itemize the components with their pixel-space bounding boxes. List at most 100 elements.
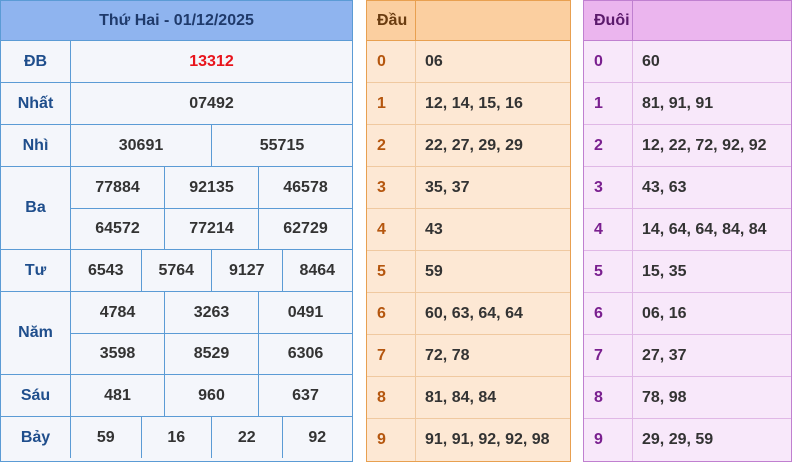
prize-values: 07492 [71,83,352,124]
prize-number: 92135 [164,167,258,208]
duoi-numbers: 81, 91, 91 [642,94,714,112]
prize-number: 77214 [164,209,258,249]
dau-numbers: 12, 14, 15, 16 [425,94,523,112]
prize-row: Bảy 59 16 22 92 [1,417,352,458]
dau-digit: 4 [367,209,416,250]
dau-numbers: 35, 37 [425,178,470,196]
duoi-row: 6 06, 16 [584,293,791,335]
prize-line: 481 960 637 [71,375,352,416]
prize-values: 481 960 637 [71,375,352,416]
prize-number: 8464 [281,250,353,291]
prize-line: 4784 3263 0491 [71,292,352,333]
dau-row: 2 22, 27, 29, 29 [367,125,570,167]
prize-row: Ba 77884 92135 46578 64572 77214 62729 [1,167,352,250]
prize-name: Nhất [1,83,71,124]
duoi-row: 5 15, 35 [584,251,791,293]
dau-row: 7 72, 78 [367,335,570,377]
prize-row: Nhất 07492 [1,83,352,125]
dau-header-label: Đầu [367,1,416,40]
duoi-row: 4 14, 64, 64, 84, 84 [584,209,791,251]
dau-rows: 0 06 1 12, 14, 15, 16 2 22, 27, 29, 29 3 35, 37… [367,41,570,461]
dau-numbers: 06 [425,52,443,70]
dau-numbers: 72, 78 [425,346,470,364]
duoi-digit: 6 [584,293,633,334]
prize-values: 6543 5764 9127 8464 [71,250,352,291]
dau-numbers: 22, 27, 29, 29 [425,136,523,154]
prize-number: 0491 [258,292,352,333]
duoi-header: Đuôi [584,1,791,41]
duoi-row: 2 12, 22, 72, 92, 92 [584,125,791,167]
prize-number: 637 [258,375,352,416]
prize-number: 481 [104,386,131,404]
prize-number: 9127 [211,250,282,291]
prize-number: 62729 [258,209,352,249]
dau-row: 5 59 [367,251,570,293]
prize-name: ĐB [1,41,71,82]
duoi-numbers: 15, 35 [642,262,687,280]
duoi-digit: 0 [584,41,633,82]
prize-number: 6543 [87,261,124,279]
prize-line: 07492 [71,83,352,124]
duoi-digit: 9 [584,419,633,461]
prize-values: 30691 55715 [71,125,352,166]
prize-name: Ba [1,167,71,249]
duoi-digit: 8 [584,377,633,418]
duoi-row: 1 81, 91, 91 [584,83,791,125]
duoi-numbers: 60 [642,52,660,70]
duoi-numbers: 12, 22, 72, 92, 92 [642,136,767,154]
dau-digit: 1 [367,83,416,124]
duoi-digit: 2 [584,125,633,166]
duoi-numbers: 27, 37 [642,346,687,364]
prize-line: 6543 5764 9127 8464 [71,250,352,291]
prize-number: 07492 [189,94,234,112]
dau-digit: 7 [367,335,416,376]
prize-number: 22 [211,417,282,458]
prize-values: 4784 3263 0491 3598 8529 6306 [71,292,352,374]
prize-number: 92 [281,417,353,458]
prize-line: 13312 [71,41,352,82]
prize-rows: ĐB 13312 Nhất 07492 Nhì 30691 55715 Ba 77884 9213… [1,41,352,458]
prize-number: 30691 [118,136,164,154]
prize-name: Nhì [1,125,71,166]
prize-name: Năm [1,292,71,374]
dau-digit: 6 [367,293,416,334]
special-prize-number: 13312 [189,52,234,70]
duoi-numbers: 43, 63 [642,178,687,196]
dau-digit: 3 [367,167,416,208]
prize-number: 64572 [95,220,140,237]
prize-row: Năm 4784 3263 0491 3598 8529 6306 [1,292,352,375]
dau-numbers: 81, 84, 84 [425,388,497,406]
prize-number: 46578 [258,167,352,208]
prize-line: 30691 55715 [71,125,352,166]
prize-line: 77884 92135 46578 [71,167,352,208]
prize-number: 77884 [95,178,140,196]
duoi-row: 9 29, 29, 59 [584,419,791,461]
duoi-header-blank [633,1,791,40]
prize-number: 5764 [140,250,212,291]
dau-numbers: 91, 91, 92, 92, 98 [425,431,550,448]
prize-row: Tư 6543 5764 9127 8464 [1,250,352,292]
prize-values: 59 16 22 92 [71,417,352,458]
dau-row: 3 35, 37 [367,167,570,209]
duoi-row: 0 60 [584,41,791,83]
dau-numbers: 60, 63, 64, 64 [425,304,523,322]
duoi-numbers: 14, 64, 64, 84, 84 [642,220,767,238]
dau-row: 0 06 [367,41,570,83]
dau-row: 4 43 [367,209,570,251]
prize-line: 64572 77214 62729 [71,208,352,249]
dau-numbers: 43 [425,220,443,238]
prize-number: 16 [140,417,212,458]
prize-number: 960 [164,375,258,416]
prize-name: Tư [1,250,71,291]
prize-name: Sáu [1,375,71,416]
prize-line: 3598 8529 6306 [71,333,352,374]
duoi-digit: 5 [584,251,633,292]
duoi-digit: 3 [584,167,633,208]
dau-header-blank [416,1,570,40]
prize-row: Sáu 481 960 637 [1,375,352,417]
dau-row: 1 12, 14, 15, 16 [367,83,570,125]
dau-table: Đầu 0 06 1 12, 14, 15, 16 2 22, 27, 29, 29 3 35… [366,0,571,462]
prize-number: 3263 [164,292,258,333]
prize-row: Nhì 30691 55715 [1,125,352,167]
prize-number: 6306 [258,334,352,374]
